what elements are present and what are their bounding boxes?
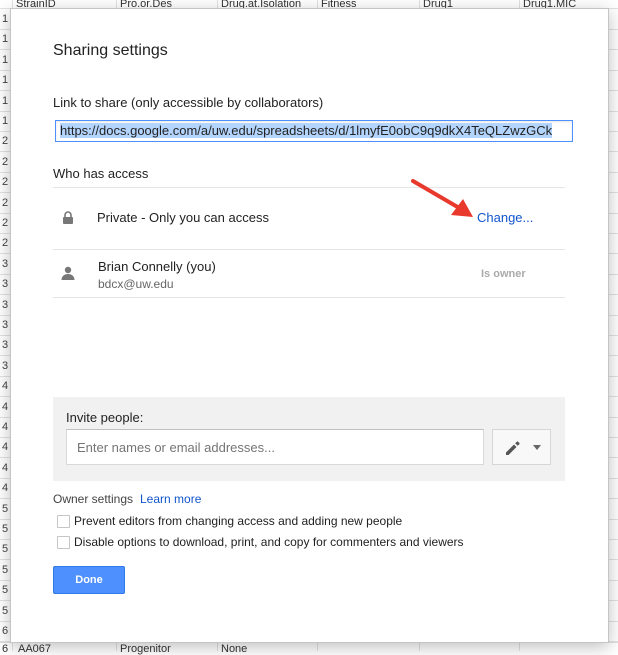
row-number: 1 bbox=[2, 115, 9, 127]
annotation-arrow-icon bbox=[411, 179, 473, 217]
row-number: 1 bbox=[2, 13, 9, 25]
invite-people-panel: Invite people: bbox=[53, 397, 565, 481]
row-number: 6 bbox=[2, 625, 9, 637]
row-number: 1 bbox=[2, 74, 9, 87]
column-header[interactable]: Drug.at.Isolation bbox=[221, 0, 301, 8]
row-number: 5 bbox=[2, 604, 9, 617]
user-email: bdcx@uw.edu bbox=[98, 277, 174, 291]
row-number: 5 bbox=[2, 502, 9, 515]
column-header[interactable]: Drug1 bbox=[423, 0, 453, 8]
permission-dropdown-button[interactable] bbox=[492, 429, 551, 465]
owner-settings-label: Owner settings bbox=[53, 492, 134, 506]
access-row: Private - Only you can access Change... bbox=[53, 188, 565, 249]
cell[interactable]: AA067 bbox=[18, 643, 51, 655]
row-number: 4 bbox=[2, 482, 9, 495]
cell[interactable]: None bbox=[221, 643, 247, 655]
option-label: Prevent editors from changing access and… bbox=[74, 514, 403, 528]
row-number: 2 bbox=[2, 237, 9, 250]
row-number: 3 bbox=[2, 298, 9, 311]
row-number: 2 bbox=[2, 217, 9, 229]
user-name: Brian Connelly (you) bbox=[98, 259, 216, 274]
row-number: 3 bbox=[2, 257, 9, 270]
prevent-editors-checkbox[interactable] bbox=[57, 515, 70, 528]
column-header[interactable]: StrainID bbox=[16, 0, 56, 8]
row-number: 2 bbox=[2, 176, 9, 189]
change-access-link[interactable]: Change... bbox=[477, 210, 533, 225]
row-number: 3 bbox=[2, 278, 9, 291]
row-number: 4 bbox=[2, 421, 9, 433]
row-number: 3 bbox=[2, 319, 9, 331]
column-header[interactable]: Fitness bbox=[321, 0, 356, 8]
row-number: 5 bbox=[2, 563, 9, 576]
share-link-field[interactable]: https://docs.google.com/a/uw.edu/spreads… bbox=[55, 120, 573, 142]
row-number: 2 bbox=[2, 196, 9, 209]
access-level-text: Private - Only you can access bbox=[97, 210, 269, 225]
link-label: Link to share (only accessible by collab… bbox=[53, 95, 324, 110]
divider bbox=[53, 297, 565, 298]
invite-label: Invite people: bbox=[66, 410, 144, 425]
chevron-down-icon bbox=[533, 445, 541, 450]
row-number: 6 bbox=[2, 643, 9, 655]
column-header[interactable]: Drug1.MIC bbox=[523, 0, 576, 8]
who-has-access-label: Who has access bbox=[53, 166, 149, 181]
learn-more-link[interactable]: Learn more bbox=[140, 492, 201, 506]
dialog-title: Sharing settings bbox=[53, 42, 168, 59]
invite-input[interactable] bbox=[66, 429, 484, 465]
row-number: 4 bbox=[2, 400, 9, 413]
row-number: 3 bbox=[2, 339, 9, 352]
row-number: 1 bbox=[2, 33, 9, 46]
row-number: 2 bbox=[2, 135, 9, 148]
row-number: 1 bbox=[2, 53, 9, 66]
sharing-settings-dialog: Sharing settings Link to share (only acc… bbox=[10, 8, 609, 643]
column-header[interactable]: Pro.or.Des bbox=[120, 0, 172, 8]
row-number: 1 bbox=[2, 94, 9, 107]
row-number: 4 bbox=[2, 380, 9, 393]
row-number: 3 bbox=[2, 359, 9, 372]
row-number: 5 bbox=[2, 543, 9, 556]
row-number: 4 bbox=[2, 441, 9, 454]
row-number: 5 bbox=[2, 584, 9, 597]
disable-download-checkbox[interactable] bbox=[57, 536, 70, 549]
share-link-text: https://docs.google.com/a/uw.edu/spreads… bbox=[60, 123, 553, 138]
row-number: 2 bbox=[2, 155, 9, 168]
row-number: 4 bbox=[2, 461, 9, 474]
owner-role-label: Is owner bbox=[481, 268, 526, 280]
row-number: 5 bbox=[2, 523, 9, 535]
done-button[interactable]: Done bbox=[53, 566, 125, 594]
person-icon bbox=[61, 266, 75, 280]
pencil-icon bbox=[506, 441, 520, 455]
option-label: Disable options to download, print, and … bbox=[74, 535, 464, 549]
cell[interactable]: Progenitor bbox=[120, 643, 171, 655]
lock-icon bbox=[63, 211, 73, 224]
